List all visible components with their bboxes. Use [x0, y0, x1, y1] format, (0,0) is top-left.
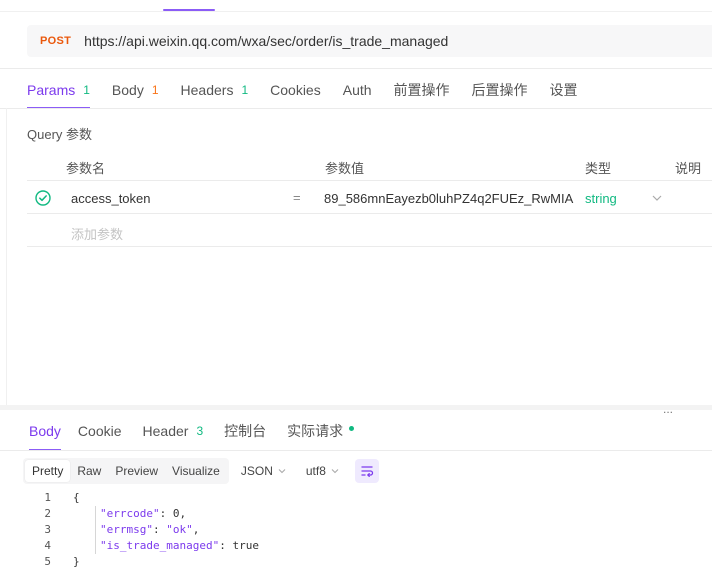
add-param-placeholder[interactable]: 添加参数 — [71, 224, 123, 243]
tab-params[interactable]: Params 1 — [27, 72, 90, 109]
url-input[interactable]: https://api.weixin.qq.com/wxa/sec/order/… — [84, 33, 448, 49]
tab-headers[interactable]: Headers 1 — [181, 72, 249, 108]
tab-cookies[interactable]: Cookies — [270, 72, 321, 108]
json-tail: , — [179, 507, 187, 520]
tab-label: Params — [27, 82, 76, 98]
tab-body[interactable]: Body 1 — [112, 72, 159, 108]
view-visualize-button[interactable]: Visualize — [165, 460, 227, 482]
response-tabs: Body Cookie Header 3 控制台 实际请求 — [29, 412, 355, 451]
equals-sign: = — [293, 190, 301, 205]
code-line: 4 "is_trade_managed": true — [23, 538, 712, 554]
top-border — [0, 11, 712, 12]
json-key: "errcode" — [100, 507, 160, 520]
check-circle-icon[interactable] — [35, 190, 51, 206]
tab-response-header[interactable]: Header 3 — [143, 412, 204, 450]
divider — [0, 68, 712, 69]
json-key: "is_trade_managed" — [100, 539, 220, 552]
more-dots-icon[interactable]: ... — [663, 402, 673, 416]
url-bar[interactable]: POST https://api.weixin.qq.com/wxa/sec/o… — [27, 25, 712, 57]
tab-label: 设置 — [549, 82, 578, 98]
json-sep: : — [159, 507, 173, 520]
tab-label: Headers — [180, 82, 234, 98]
tab-pre-script[interactable]: 前置操作 — [394, 72, 450, 108]
code-line: 2 "errcode": 0, — [23, 506, 712, 522]
column-header-name: 参数名 — [66, 161, 106, 176]
code-text: "errmsg": "ok", — [100, 522, 199, 538]
chevron-down-icon[interactable] — [651, 193, 663, 203]
param-name-input[interactable]: access_token — [71, 191, 151, 206]
encoding-value: utf8 — [305, 464, 326, 478]
code-text: "errcode": 0, — [100, 506, 186, 522]
chevron-down-icon — [331, 469, 339, 474]
tab-post-script[interactable]: 后置操作 — [472, 72, 528, 108]
json-sep: : — [219, 539, 233, 552]
panel-splitter[interactable] — [0, 405, 712, 410]
tab-count: 1 — [83, 83, 90, 97]
json-value: "ok" — [166, 523, 193, 536]
tab-response-body[interactable]: Body — [29, 412, 61, 451]
tab-count: 1 — [241, 83, 249, 97]
tab-count: 3 — [196, 424, 204, 438]
tab-count: 1 — [151, 83, 159, 97]
line-number: 2 — [44, 507, 51, 520]
tab-response-cookie[interactable]: Cookie — [78, 412, 122, 450]
view-preview-button[interactable]: Preview — [108, 460, 165, 482]
line-number: 3 — [44, 523, 51, 536]
tab-actual-request[interactable]: 实际请求 — [287, 412, 355, 450]
view-pretty-button[interactable]: Pretty — [25, 460, 71, 482]
request-tabs: Params 1 Body 1 Headers 1 Cookies Auth 前… — [27, 72, 578, 109]
format-toolbar: Pretty Raw Preview Visualize JSON utf8 — [23, 458, 379, 484]
code-line: 3 "errmsg": "ok", — [23, 522, 712, 538]
encoding-select[interactable]: utf8 — [306, 464, 339, 478]
code-text: { — [73, 491, 80, 504]
line-number: 5 — [44, 555, 51, 568]
language-select[interactable]: JSON — [241, 464, 286, 478]
tab-label: Cookie — [77, 423, 122, 439]
tab-label: 前置操作 — [393, 82, 450, 98]
tab-settings[interactable]: 设置 — [550, 72, 578, 108]
chevron-down-icon — [278, 469, 286, 474]
table-row: access_token = 89_586mnEayezb0luhPZ4q2FU… — [27, 182, 712, 214]
query-table-header: 参数名 参数值 类型 说明 — [27, 150, 712, 181]
tab-label: Header — [142, 423, 189, 439]
json-value: true — [232, 539, 259, 552]
param-type-select[interactable]: string — [585, 191, 617, 206]
tab-label: 控制台 — [224, 423, 267, 439]
response-code-viewer[interactable]: 1 { 2 "errcode": 0, 3 "errmsg": "ok", 4 … — [23, 490, 712, 588]
word-wrap-button[interactable] — [354, 459, 379, 483]
json-tail: , — [192, 523, 200, 536]
panel-edge — [6, 108, 7, 406]
query-section-label: Query 参数 — [27, 127, 93, 142]
tab-label: Body — [111, 82, 144, 98]
code-text: "is_trade_managed": true — [100, 538, 259, 554]
line-number: 1 — [44, 491, 51, 504]
tab-label: Body — [29, 423, 61, 439]
json-key: "errmsg" — [100, 523, 153, 536]
tab-label: Auth — [342, 82, 372, 98]
column-header-description: 说明 — [675, 161, 702, 176]
add-param-row[interactable]: 添加参数 — [27, 215, 712, 247]
tab-label: 后置操作 — [471, 82, 528, 98]
param-value-input[interactable]: 89_586mnEayezb0luhPZ4q2FUEz_RwMIA — [324, 191, 574, 206]
tab-auth[interactable]: Auth — [343, 72, 372, 108]
json-sep: : — [152, 523, 167, 536]
column-header-value: 参数值 — [325, 161, 365, 176]
word-wrap-icon — [361, 466, 374, 477]
tab-label: Cookies — [270, 82, 321, 98]
active-tab-indicator — [163, 9, 215, 11]
language-value: JSON — [240, 464, 273, 478]
view-mode-group: Pretty Raw Preview Visualize — [23, 458, 229, 484]
divider — [0, 450, 712, 451]
divider — [0, 108, 712, 109]
code-line: 1 { — [23, 490, 712, 506]
status-dot — [349, 425, 355, 431]
code-text: } — [73, 555, 80, 568]
tab-label: 实际请求 — [287, 423, 344, 439]
code-line: 5 } — [23, 554, 712, 570]
view-raw-button[interactable]: Raw — [70, 460, 108, 482]
line-number: 4 — [44, 539, 51, 552]
http-method[interactable]: POST — [40, 35, 71, 47]
column-header-type: 类型 — [585, 161, 612, 176]
tab-console[interactable]: 控制台 — [224, 412, 266, 450]
